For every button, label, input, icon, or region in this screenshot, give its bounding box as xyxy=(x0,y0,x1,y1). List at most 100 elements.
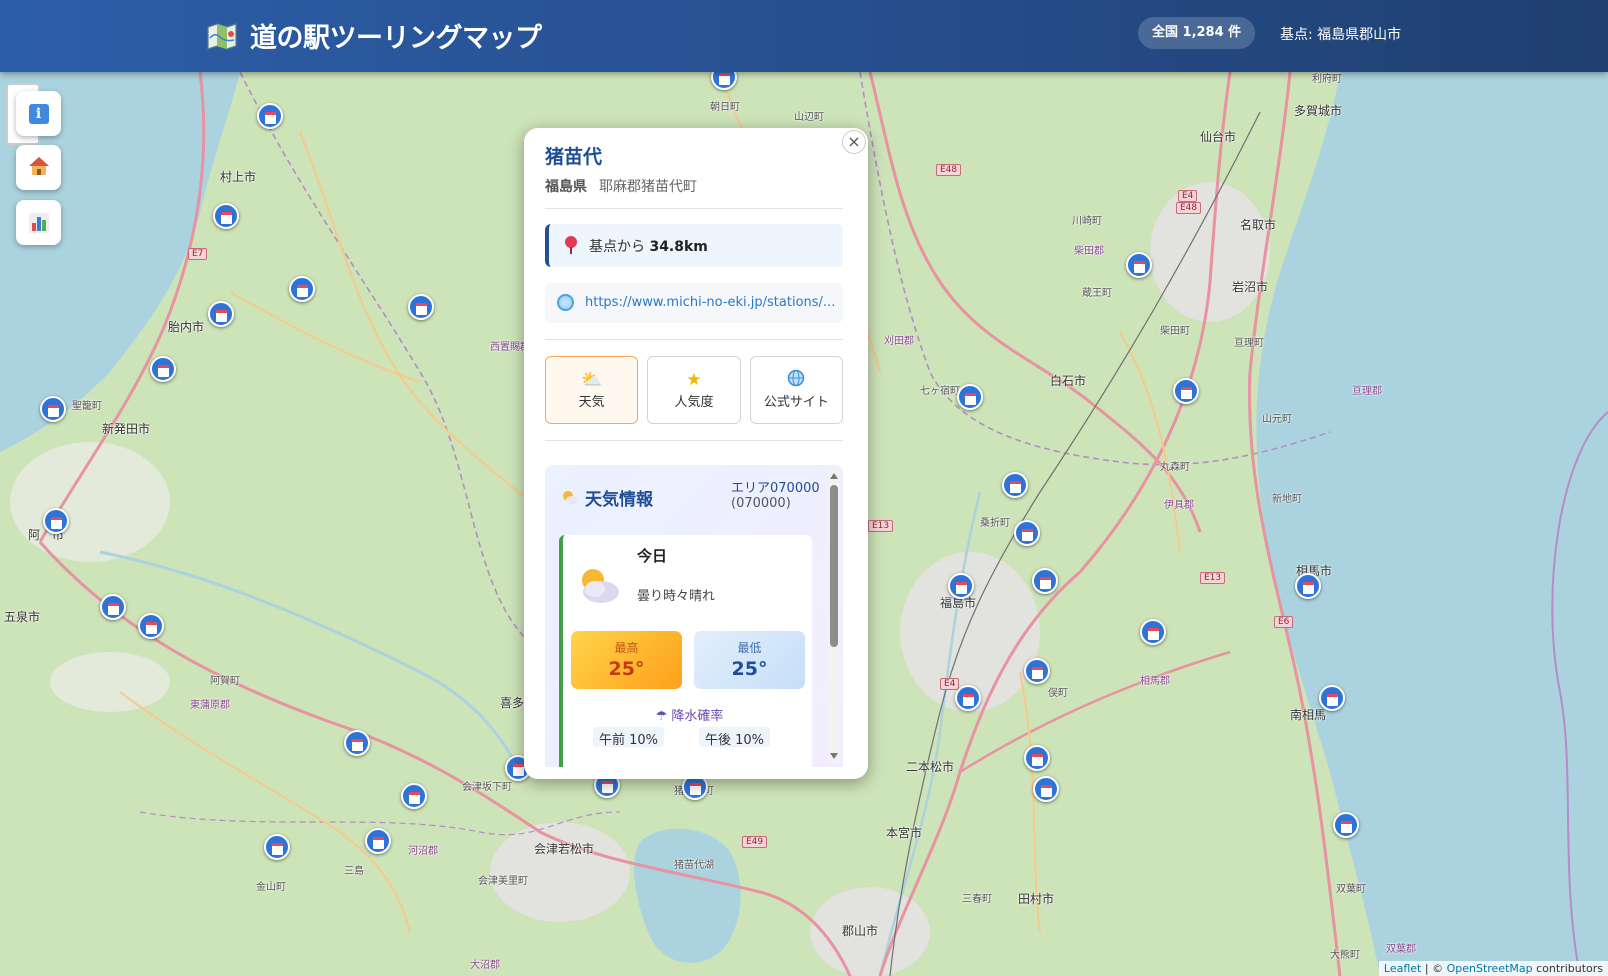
temp-high-label: 最高 xyxy=(614,641,639,655)
place-label: 柴田町 xyxy=(1160,326,1190,337)
brand: 道の駅ツーリングマップ xyxy=(206,16,542,55)
station-marker[interactable] xyxy=(213,203,239,229)
place-label: 本宮市 xyxy=(886,826,923,840)
place-label: 丸森町 xyxy=(1160,462,1190,473)
place-label: 会津坂下町 xyxy=(462,782,512,793)
distance-prefix: 基点から xyxy=(589,239,650,255)
map-attribution: Leaflet | © OpenStreetMap contributors xyxy=(1378,961,1608,976)
globe-icon xyxy=(557,294,574,311)
weather-title: 天気情報 xyxy=(585,490,653,510)
place-label: 山辺町 xyxy=(794,112,824,123)
station-marker[interactable] xyxy=(40,396,66,422)
place-label: 河沼郡 xyxy=(408,846,438,857)
place-label: 三島 xyxy=(344,866,364,877)
info-button[interactable]: i xyxy=(16,91,61,136)
place-label: 蔵王町 xyxy=(1082,288,1112,299)
station-marker[interactable] xyxy=(365,828,391,854)
station-marker[interactable] xyxy=(344,730,370,756)
station-marker[interactable] xyxy=(1002,472,1028,498)
station-marker[interactable] xyxy=(289,276,315,302)
weather-scrollbar[interactable] xyxy=(828,469,840,763)
tab-popularity[interactable]: ★ 人気度 xyxy=(647,356,741,424)
weather-area-code: (070000) xyxy=(731,496,791,511)
temp-low-label: 最低 xyxy=(737,641,762,655)
station-marker[interactable] xyxy=(955,685,981,711)
info-icon: i xyxy=(28,103,49,124)
station-marker[interactable] xyxy=(1140,619,1166,645)
station-marker[interactable] xyxy=(1295,573,1321,599)
official-url-text[interactable]: https://www.michi-no-eki.jp/stations/... xyxy=(585,295,835,310)
station-marker[interactable] xyxy=(1014,520,1040,546)
tab-popularity-label: 人気度 xyxy=(674,395,714,410)
tab-official-site[interactable]: 公式サイト xyxy=(749,356,843,424)
road-shield: E4 xyxy=(940,678,960,690)
road-shield: E48 xyxy=(936,164,962,176)
leaflet-link[interactable]: Leaflet xyxy=(1384,962,1421,975)
partly-cloudy-icon xyxy=(575,565,621,605)
popup-close-button[interactable]: × xyxy=(842,130,866,154)
place-label: 郡山市 xyxy=(842,924,879,938)
distance-box: 基点から 34.8km xyxy=(545,224,843,267)
place-label: 亘理郡 xyxy=(1352,386,1382,397)
home-button[interactable] xyxy=(16,145,61,190)
station-marker[interactable] xyxy=(43,508,69,534)
station-marker[interactable] xyxy=(264,834,290,860)
station-marker[interactable] xyxy=(948,573,974,599)
official-url-link[interactable]: https://www.michi-no-eki.jp/stations/... xyxy=(545,283,843,323)
station-marker[interactable] xyxy=(150,356,176,382)
station-marker[interactable] xyxy=(408,294,434,320)
station-marker[interactable] xyxy=(257,103,283,129)
base-location-label[interactable]: 基点: 福島県郡山市 xyxy=(1280,24,1401,44)
station-prefecture: 福島県 xyxy=(545,179,587,195)
station-marker[interactable] xyxy=(1024,658,1050,684)
station-city: 耶麻郡猪苗代町 xyxy=(599,179,697,195)
place-label: 利府町 xyxy=(1312,74,1342,85)
scroll-up-arrow-icon[interactable] xyxy=(830,473,838,479)
place-label: 三春町 xyxy=(962,894,992,905)
place-label: 七ヶ宿町 xyxy=(920,386,960,397)
station-marker[interactable] xyxy=(208,301,234,327)
place-label: 白石市 xyxy=(1050,374,1087,388)
place-label: 亘理町 xyxy=(1234,338,1264,349)
station-marker[interactable] xyxy=(957,384,983,410)
station-marker[interactable] xyxy=(1173,378,1199,404)
temp-high-box: 最高 25° xyxy=(571,631,682,689)
road-shield: E7 xyxy=(188,248,208,260)
station-marker[interactable] xyxy=(1333,812,1359,838)
scroll-thumb[interactable] xyxy=(830,485,838,647)
station-marker[interactable] xyxy=(1126,252,1152,278)
place-label: 会津美里町 xyxy=(478,876,528,887)
station-marker[interactable] xyxy=(1033,776,1059,802)
station-marker[interactable] xyxy=(1032,568,1058,594)
place-label: 大沼郡 xyxy=(470,960,500,971)
place-label: 仙台市 xyxy=(1200,130,1237,144)
globe-icon xyxy=(751,369,842,391)
map-icon xyxy=(206,22,238,50)
place-label: 二本松市 xyxy=(906,760,955,774)
app-title: 道の駅ツーリングマップ xyxy=(250,23,542,54)
place-label: 猪苗代湖 xyxy=(674,860,714,871)
place-label: 喜多 xyxy=(500,696,525,710)
place-label: 相馬郡 xyxy=(1140,676,1170,687)
popup-tabs: ⛅ 天気 ★ 人気度 公式サイト xyxy=(545,356,843,424)
station-name: 猪苗代 xyxy=(545,146,603,168)
stats-button[interactable] xyxy=(16,200,61,245)
station-marker[interactable] xyxy=(1024,745,1050,771)
close-icon: × xyxy=(847,132,861,151)
place-label: 新地町 xyxy=(1272,494,1302,505)
place-label: 金山町 xyxy=(256,882,286,893)
osm-link[interactable]: OpenStreetMap xyxy=(1447,962,1533,975)
station-marker[interactable] xyxy=(1319,685,1345,711)
tab-weather[interactable]: ⛅ 天気 xyxy=(545,356,639,424)
partly-cloudy-icon xyxy=(561,489,578,505)
place-label: 村上市 xyxy=(220,170,257,184)
place-label: 胎内市 xyxy=(168,320,205,334)
station-marker[interactable] xyxy=(401,783,427,809)
station-count-badge: 全国 1,284 件 xyxy=(1138,17,1256,49)
rain-probability-title: ☂ 降水確率 xyxy=(655,709,724,724)
scroll-down-arrow-icon[interactable] xyxy=(830,753,838,759)
station-marker[interactable] xyxy=(100,594,126,620)
chart-icon xyxy=(28,212,49,233)
place-label: 東蒲原郡 xyxy=(190,700,230,711)
station-marker[interactable] xyxy=(138,613,164,639)
